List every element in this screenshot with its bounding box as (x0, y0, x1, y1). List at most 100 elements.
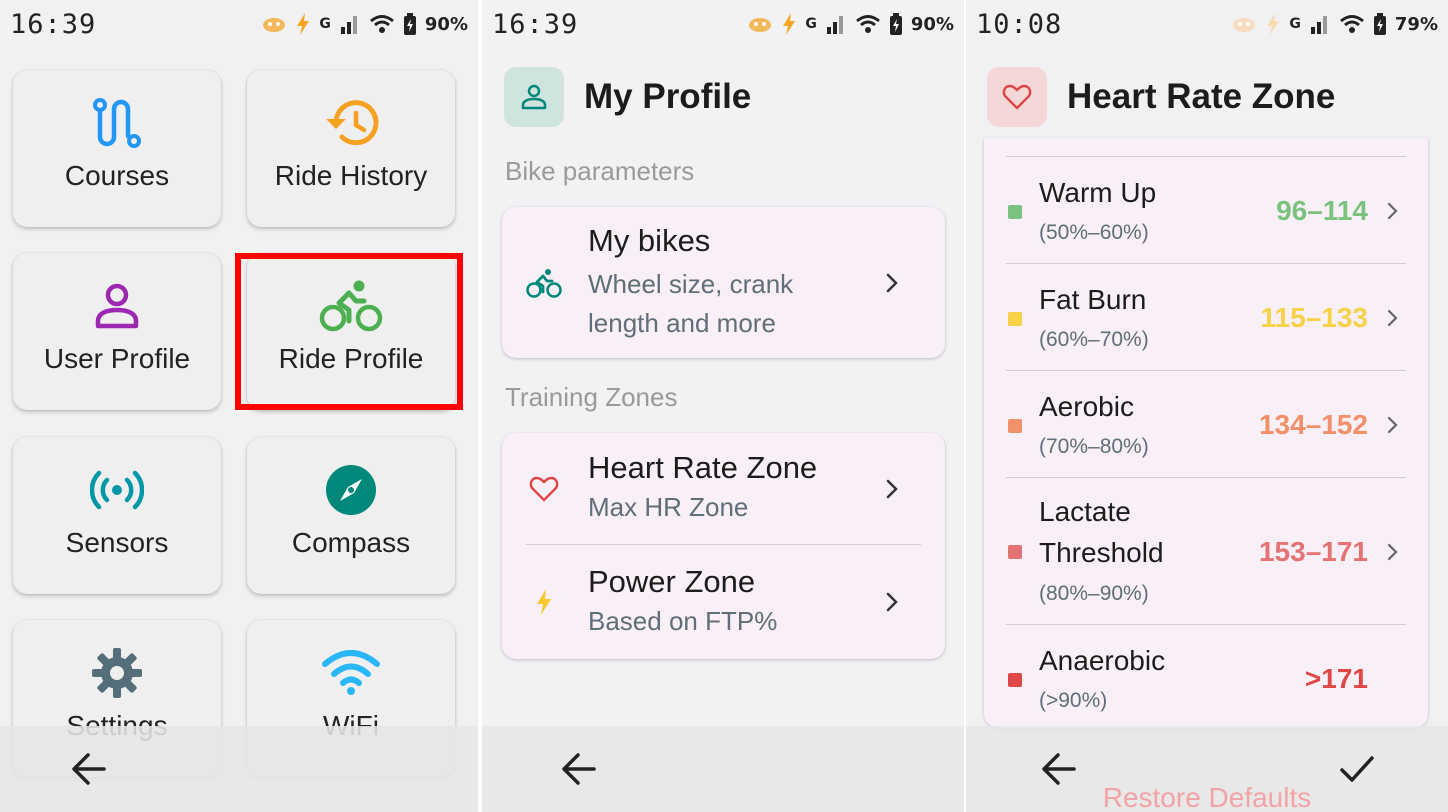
charging-icon (297, 13, 310, 35)
wifi-status-icon (855, 15, 880, 33)
zone-color-swatch (1008, 205, 1022, 219)
status-bar: 16:39 G 90% (0, 0, 478, 48)
zone-percent: (50%–60%) (1039, 221, 1149, 244)
section-title-training: Training Zones (505, 382, 678, 412)
wifi-status-icon (369, 15, 394, 33)
chevron-right-icon (1387, 543, 1398, 561)
charging-icon (783, 13, 796, 35)
cell-signal-icon (1310, 16, 1327, 34)
signal-type: G (1289, 16, 1301, 32)
heart-icon (529, 476, 559, 501)
check-icon[interactable] (1338, 750, 1376, 788)
page-header: My Profile (504, 67, 751, 127)
compass-tile[interactable]: Compass (247, 437, 455, 594)
zone-color-swatch (1008, 312, 1022, 326)
row-subtitle: Max HR Zone (588, 492, 749, 522)
section-title-bike: Bike parameters (505, 156, 695, 186)
back-arrow-icon[interactable] (560, 750, 598, 788)
wifi-icon (322, 650, 380, 695)
battery-icon (889, 13, 902, 35)
zone-name: Anaerobic (1039, 645, 1166, 676)
zone-name-line-2: Threshold (1039, 537, 1164, 568)
back-arrow-icon[interactable] (70, 750, 108, 788)
page-title: My Profile (584, 77, 752, 116)
sensors-icon (90, 470, 144, 510)
power-zone-row[interactable]: Power Zone Based on FTP% (502, 545, 945, 659)
sensors-tile[interactable]: Sensors (13, 437, 221, 594)
charging-icon (1267, 13, 1280, 35)
signal-type: G (319, 16, 331, 32)
gear-icon (92, 648, 142, 698)
header-icon-badge (987, 67, 1047, 127)
heart-rate-zone-screen: 10:08 G 79% Heart Rate Zone Warm Up (50%… (966, 0, 1448, 812)
zone-row-aerobic[interactable]: Aerobic (70%–80%) 134–152 (984, 371, 1428, 477)
zone-row-warm-up[interactable]: Warm Up (50%–60%) 96–114 (984, 157, 1428, 263)
route-icon (93, 98, 141, 148)
cell-signal-icon (340, 16, 357, 34)
zones-list: Warm Up (50%–60%) 96–114 Fat Burn (60%–7… (984, 138, 1428, 728)
status-bar: 10:08 G 79% (966, 0, 1448, 48)
heart-icon (1002, 84, 1032, 110)
history-icon (326, 100, 379, 146)
chevron-right-icon (1387, 202, 1398, 220)
bottom-nav-bar (0, 726, 478, 812)
chevron-right-icon (886, 273, 898, 292)
row-title: Heart Rate Zone (588, 450, 818, 485)
heart-rate-zone-row[interactable]: Heart Rate Zone Max HR Zone (502, 433, 945, 544)
bottom-nav-bar: Restore Defaults (966, 726, 1448, 812)
training-zones-card: Heart Rate Zone Max HR Zone Power Zone B… (502, 433, 945, 659)
battery-icon (403, 13, 416, 35)
tile-label: User Profile (43, 343, 191, 374)
bike-parameters-card: My bikes Wheel size, crank length and mo… (502, 207, 945, 358)
row-subtitle: Wheel size, crank length and more (588, 268, 794, 338)
zone-range: 115–133 (1260, 302, 1368, 333)
zone-name: Aerobic (1039, 391, 1134, 422)
notification-icon (1233, 18, 1256, 32)
status-time: 16:39 (492, 8, 579, 40)
page-header: Heart Rate Zone (987, 67, 1335, 127)
zone-range: 96–114 (1276, 195, 1368, 226)
zone-percent: (80%–90%) (1039, 582, 1149, 605)
chevron-right-icon (1387, 416, 1398, 434)
battery-percent: 79% (1394, 13, 1438, 35)
home-screen: 16:39 G 90% Courses Ride History User Pr… (0, 0, 478, 812)
zone-percent: (70%–80%) (1039, 435, 1149, 458)
notification-icon (749, 18, 772, 32)
zone-range: >171 (1304, 663, 1368, 694)
courses-tile[interactable]: Courses (13, 70, 221, 227)
zone-color-swatch (1008, 419, 1022, 433)
tile-label: Courses (64, 160, 170, 191)
back-arrow-icon[interactable] (1040, 750, 1078, 788)
battery-icon (1373, 13, 1386, 35)
zone-percent: (60%–70%) (1039, 328, 1149, 351)
zone-range: 153–171 (1258, 536, 1368, 567)
battery-percent: 90% (910, 13, 954, 35)
zone-range: 134–152 (1258, 409, 1368, 440)
chevron-right-icon (1387, 309, 1398, 327)
zone-percent: (>90%) (1039, 689, 1108, 712)
zone-name-line-1: Lactate (1039, 496, 1131, 527)
page-title: Heart Rate Zone (1067, 77, 1336, 116)
row-subtitle: Based on FTP% (588, 605, 778, 636)
zone-row-fat-burn[interactable]: Fat Burn (60%–70%) 115–133 (984, 264, 1428, 370)
zone-color-swatch (1008, 545, 1022, 559)
zone-color-swatch (1008, 673, 1022, 687)
header-icon-badge (504, 67, 564, 127)
status-time: 16:39 (10, 8, 97, 40)
user-profile-tile[interactable]: User Profile (13, 253, 221, 410)
notification-icon (263, 18, 286, 32)
my-profile-screen: 16:39 G 90% My Profile Bike parameters M… (482, 0, 964, 812)
wifi-status-icon (1339, 15, 1364, 33)
zone-name: Warm Up (1039, 177, 1157, 208)
bicycle-icon (526, 268, 562, 298)
zone-row-anaerobic[interactable]: Anaerobic (>90%) >171 (984, 625, 1428, 728)
zone-row-lactate-threshold[interactable]: Lactate Threshold (80%–90%) 153–171 (984, 478, 1428, 624)
chevron-right-icon (886, 479, 898, 498)
tile-label: Compass (291, 527, 411, 558)
my-bikes-row[interactable]: My bikes Wheel size, crank length and mo… (502, 207, 945, 358)
bolt-icon (537, 589, 551, 615)
tile-label: Ride History (274, 160, 428, 191)
status-bar: 16:39 G 90% (482, 0, 964, 48)
ride-history-tile[interactable]: Ride History (247, 70, 455, 227)
zone-name: Fat Burn (1039, 284, 1147, 315)
